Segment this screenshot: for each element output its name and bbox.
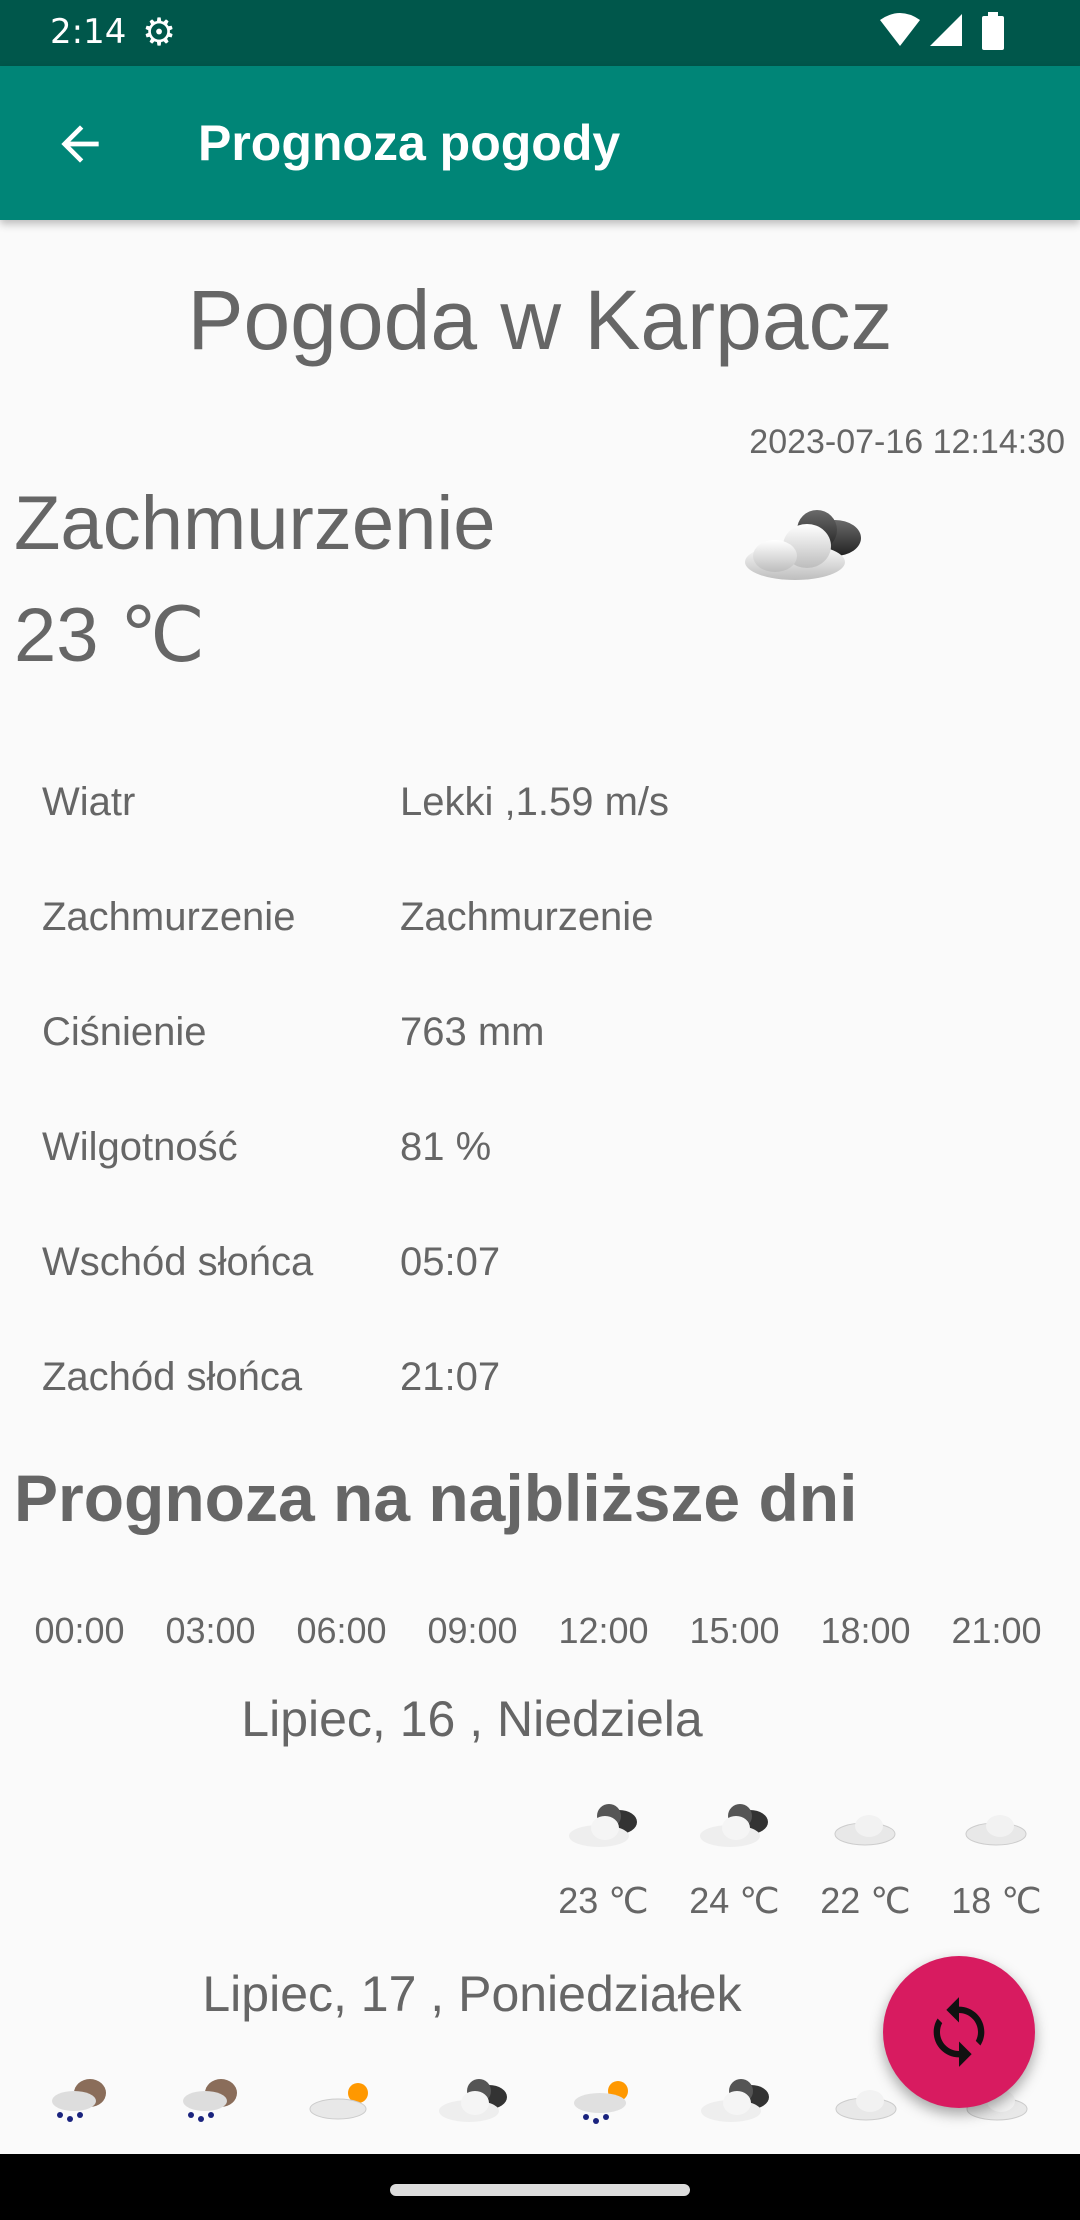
- rain-cloud-icon: [183, 2079, 237, 2122]
- forecast-title: Prognoza na najbliższe dni: [14, 1461, 858, 1535]
- hour-label: 18:00: [820, 1610, 911, 1651]
- forecast-temp: 24 ℃: [689, 1880, 780, 1921]
- status-time: 2:14: [50, 12, 127, 52]
- arrow-back-icon[interactable]: [52, 116, 108, 172]
- home-gesture-handle[interactable]: [390, 2184, 690, 2196]
- detail-value: Lekki ,1.59 m/s: [400, 780, 670, 824]
- sun-cloud-icon: [309, 2083, 368, 2120]
- app-bar: Prognoza pogody: [0, 66, 1080, 220]
- system-nav-bar: [0, 2154, 1080, 2220]
- dark-cloud-icon: [700, 1804, 768, 1847]
- detail-value: 81 %: [400, 1125, 492, 1169]
- detail-label: Wiatr: [42, 780, 136, 824]
- dark-cloud-icon: [569, 1804, 637, 1847]
- battery-icon: [982, 12, 1004, 50]
- hour-label: 09:00: [427, 1610, 518, 1651]
- hour-label: 15:00: [689, 1610, 780, 1651]
- detail-label: Zachód słońca: [42, 1355, 303, 1399]
- status-bar: 2:14 ⚙: [0, 0, 1080, 66]
- current-temperature: 23 ℃: [14, 593, 206, 678]
- cloudy-icon: [745, 510, 861, 580]
- update-timestamp: 2023-07-16 12:14:30: [749, 423, 1065, 461]
- cloud-icon: [835, 2090, 897, 2121]
- cloud-icon: [965, 1815, 1027, 1846]
- detail-value: Zachmurzenie: [400, 895, 654, 939]
- detail-value: 05:07: [400, 1240, 501, 1284]
- detail-label: Ciśnienie: [42, 1010, 207, 1054]
- current-condition: Zachmurzenie: [14, 481, 496, 566]
- hour-label: 12:00: [558, 1610, 649, 1651]
- rain-cloud-icon: [52, 2079, 106, 2122]
- wifi-icon: [880, 13, 920, 46]
- dark-cloud-icon: [439, 2079, 507, 2122]
- hour-label: 21:00: [951, 1610, 1042, 1651]
- forecast-day-label: Lipiec, 16 , Niedziela: [241, 1691, 703, 1747]
- detail-value: 763 mm: [400, 1010, 545, 1054]
- forecast-temp: 22 ℃: [820, 1880, 911, 1921]
- hour-label: 03:00: [165, 1610, 256, 1651]
- forecast-day-label: Lipiec, 17 , Poniedziałek: [202, 1966, 742, 2022]
- detail-label: Wilgotność: [42, 1125, 238, 1169]
- signal-icon: [930, 14, 962, 46]
- refresh-icon: [933, 1997, 985, 2067]
- forecast-temp: 23 ℃: [558, 1880, 649, 1921]
- city-heading: Pogoda w Karpacz: [187, 273, 893, 367]
- dark-cloud-icon: [701, 2079, 769, 2122]
- hour-label: 00:00: [34, 1610, 125, 1651]
- refresh-button[interactable]: [883, 1956, 1035, 2108]
- detail-value: 21:07: [400, 1355, 501, 1399]
- app-title: Prognoza pogody: [198, 115, 621, 171]
- sun-rain-cloud-icon: [574, 2081, 628, 2124]
- detail-label: Zachmurzenie: [42, 895, 296, 939]
- hour-label: 06:00: [296, 1610, 387, 1651]
- detail-label: Wschód słońca: [42, 1240, 314, 1284]
- forecast-temp: 18 ℃: [951, 1880, 1042, 1921]
- cloud-icon: [834, 1815, 896, 1846]
- settings-gear-icon: ⚙: [142, 10, 177, 54]
